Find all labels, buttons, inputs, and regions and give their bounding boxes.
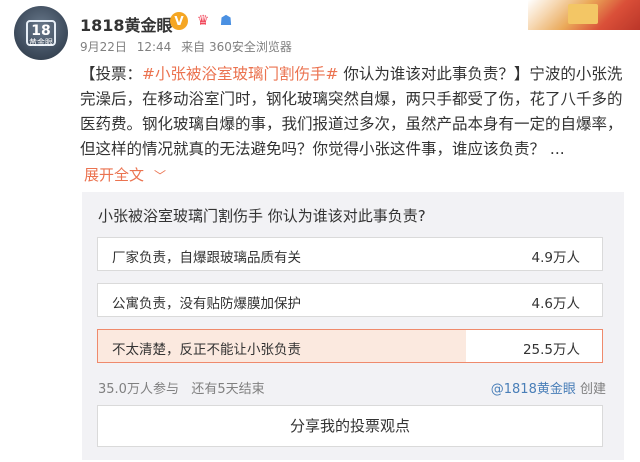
expand-full-text-link[interactable]: 展开全文 ﹀ [84,164,166,185]
vote-option-count: 4.6万人 [531,296,580,312]
vote-question: 小张被浴室玻璃门割伤手 你认为谁该对此事负责? [98,207,426,225]
username[interactable]: 1818黄金眼 [80,12,173,36]
vote-option-label: 不太清楚，反正不能让小张负责 [112,342,301,358]
vote-option-count: 25.5万人 [522,342,580,358]
vote-stats: 35.0万人参与 还有5天结束 [98,378,265,397]
vote-option-count: 4.9万人 [531,250,580,266]
vote-card: 小张被浴室玻璃门割伤手 你认为谁该对此事负责? 厂家负责，自爆跟玻璃品质有关 4… [82,192,624,460]
participant-count: 35.0万人参与 [98,382,179,397]
v-verified-icon[interactable]: V [170,12,188,30]
member-icon[interactable]: ☗ [218,12,234,30]
user-badges: V ♛ ☗ [170,11,234,31]
creator-link[interactable]: @1818黄金眼 [491,382,576,397]
expand-label: 展开全文 [84,166,145,184]
avatar-logo: 18 黄金眼 [26,20,56,47]
crown-icon[interactable]: ♛ [192,12,214,30]
vote-option-manufacturer[interactable]: 厂家负责，自爆跟玻璃品质有关 4.9万人 [97,237,603,271]
vote-creator: @1818黄金眼 创建 [491,378,606,397]
avatar[interactable]: 18 黄金眼 [14,6,68,60]
vote-option-not-xiaozhang[interactable]: 不太清楚，反正不能让小张负责 25.5万人 [97,329,603,363]
post-time[interactable]: 12:44 [137,40,172,54]
vote-option-label: 厂家负责，自爆跟玻璃品质有关 [112,250,301,266]
vote-option-label: 公寓负责，没有贴防爆膜加保护 [112,296,301,312]
post-meta: 9月22日 12:44 来自 360安全浏览器 [80,38,298,55]
post-source: 来自 360安全浏览器 [181,40,292,54]
avatar-logo-number: 18 [31,23,51,39]
post-date[interactable]: 9月22日 [80,40,127,54]
creator-suffix: 创建 [579,382,606,397]
post-header: 18 黄金眼 1818黄金眼 V ♛ ☗ 9月22日 12:44 来自 360安… [0,0,640,60]
avatar-logo-text: 黄金眼 [29,38,53,47]
time-remaining: 还有5天结束 [191,382,265,397]
decorative-banner [528,0,640,30]
vote-option-apartment[interactable]: 公寓负责，没有贴防爆膜加保护 4.6万人 [97,283,603,317]
post-prefix: 【投票： [80,65,143,83]
share-vote-button[interactable]: 分享我的投票观点 [97,405,603,447]
post-text: 【投票：#小张被浴室玻璃门割伤手# 你认为谁该对此事负责？】宁波的小张洗完澡后，… [80,62,632,162]
chevron-down-icon: ﹀ [154,169,167,183]
topic-link[interactable]: #小张被浴室玻璃门割伤手# [142,65,338,83]
